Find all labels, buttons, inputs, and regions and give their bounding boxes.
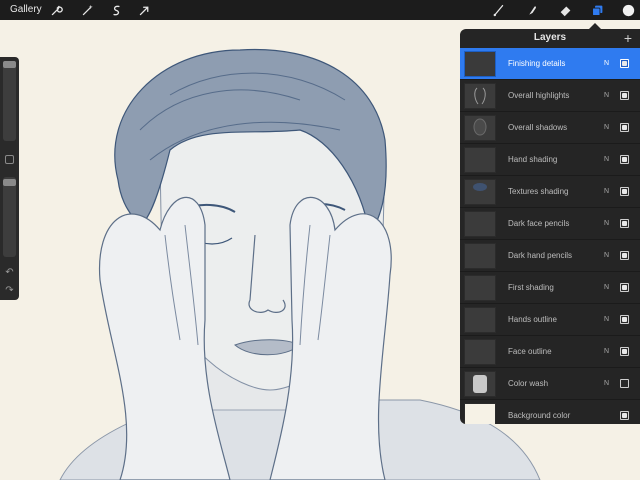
blend-mode-button[interactable]: N [604, 336, 609, 368]
layer-name: Overall shadows [508, 123, 568, 132]
layer-thumbnail [464, 115, 496, 141]
layer-thumbnail [464, 147, 496, 173]
add-layer-button[interactable]: + [624, 29, 632, 47]
layer-name: Hand shading [508, 155, 558, 164]
top-toolbar: Gallery [0, 0, 640, 20]
layer-row[interactable]: Overall shadows N [460, 112, 640, 144]
layer-row[interactable]: Dark face pencils N [460, 208, 640, 240]
selection-icon[interactable] [108, 2, 124, 18]
magic-wand-icon[interactable] [79, 2, 95, 18]
layer-thumbnail [464, 211, 496, 237]
visibility-checkbox[interactable] [620, 379, 629, 388]
opacity-slider[interactable] [3, 177, 16, 257]
blend-mode-button[interactable]: N [604, 112, 609, 144]
layer-thumbnail [464, 275, 496, 301]
visibility-checkbox[interactable] [620, 219, 629, 228]
blend-mode-button[interactable]: N [604, 48, 609, 80]
visibility-checkbox[interactable] [620, 155, 629, 164]
visibility-checkbox[interactable] [620, 315, 629, 324]
color-icon[interactable] [620, 2, 636, 18]
layer-name: Hands outline [508, 315, 557, 324]
eraser-icon[interactable] [557, 2, 573, 18]
blend-mode-button[interactable]: N [604, 368, 609, 400]
layer-name: Overall highlights [508, 91, 570, 100]
blend-mode-button[interactable]: N [604, 80, 609, 112]
layer-list: Finishing details N Overall highlights N… [460, 48, 640, 424]
visibility-checkbox[interactable] [620, 91, 629, 100]
layer-row[interactable]: Face outline N [460, 336, 640, 368]
visibility-checkbox[interactable] [620, 59, 629, 68]
brush-size-handle[interactable] [3, 61, 16, 68]
visibility-checkbox[interactable] [620, 251, 629, 260]
layer-name: First shading [508, 283, 554, 292]
layers-panel-title: Layers [533, 32, 567, 43]
layer-thumbnail [464, 339, 496, 365]
blend-mode-button[interactable]: N [604, 208, 609, 240]
layer-name: Background color [508, 411, 571, 420]
wrench-icon[interactable] [48, 2, 64, 18]
visibility-checkbox[interactable] [620, 411, 629, 420]
opacity-handle[interactable] [3, 179, 16, 186]
visibility-checkbox[interactable] [620, 123, 629, 132]
blend-mode-button[interactable]: N [604, 272, 609, 304]
brush-icon[interactable] [490, 2, 506, 18]
layer-row[interactable]: Hands outline N [460, 304, 640, 336]
visibility-checkbox[interactable] [620, 187, 629, 196]
redo-button[interactable]: ↷ [3, 285, 16, 297]
layer-row[interactable]: Textures shading N [460, 176, 640, 208]
gallery-button[interactable]: Gallery [10, 4, 42, 15]
layer-thumbnail [464, 51, 496, 77]
layer-name: Finishing details [508, 59, 566, 68]
layer-row[interactable]: Dark hand pencils N [460, 240, 640, 272]
layer-row[interactable]: Background color [460, 400, 640, 424]
layer-name: Dark hand pencils [508, 251, 573, 260]
layer-name: Face outline [508, 347, 552, 356]
transform-icon[interactable] [136, 2, 152, 18]
layer-thumbnail [464, 403, 496, 424]
layer-thumbnail [464, 307, 496, 333]
blend-mode-button[interactable]: N [604, 176, 609, 208]
left-sidebar: ↶ ↷ [0, 57, 19, 300]
blend-mode-button[interactable]: N [604, 304, 609, 336]
undo-button[interactable]: ↶ [3, 267, 16, 279]
brush-size-slider[interactable] [3, 61, 16, 141]
layer-thumbnail [464, 83, 496, 109]
modify-button[interactable] [5, 155, 14, 164]
blend-mode-button[interactable]: N [604, 240, 609, 272]
layer-row[interactable]: Hand shading N [460, 144, 640, 176]
layer-thumbnail [464, 179, 496, 205]
smudge-icon[interactable] [524, 2, 540, 18]
visibility-checkbox[interactable] [620, 347, 629, 356]
layer-row[interactable]: First shading N [460, 272, 640, 304]
layer-name: Color wash [508, 379, 549, 388]
blend-mode-button[interactable]: N [604, 144, 609, 176]
layer-row[interactable]: Overall highlights N [460, 80, 640, 112]
layers-icon[interactable] [589, 2, 605, 18]
visibility-checkbox[interactable] [620, 283, 629, 292]
layer-name: Textures shading [508, 187, 569, 196]
layer-row[interactable]: Finishing details N [460, 48, 640, 80]
layers-panel: Layers + Finishing details N Overall hig… [460, 29, 640, 424]
layer-name: Dark face pencils [508, 219, 570, 228]
layer-row[interactable]: Color wash N [460, 368, 640, 400]
layer-thumbnail [464, 371, 496, 397]
layer-thumbnail [464, 243, 496, 269]
